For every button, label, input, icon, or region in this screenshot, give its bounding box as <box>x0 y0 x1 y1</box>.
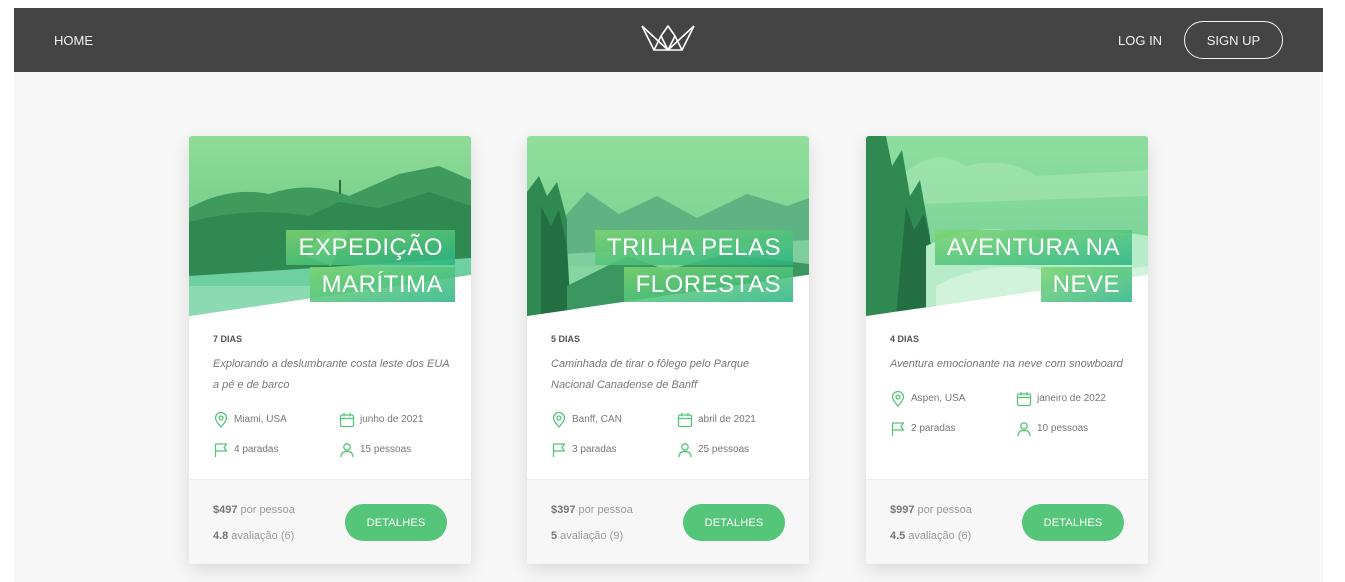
tour-people-text: 15 pessoas <box>360 444 412 455</box>
tour-stops-text: 4 paradas <box>234 444 279 455</box>
tour-details: 5 DIAS Caminhada de tirar o fôlego pelo … <box>551 334 791 459</box>
tour-people-text: 10 pessoas <box>1037 423 1089 434</box>
tour-title: TRILHA PELAS FLORESTAS <box>594 230 793 304</box>
tour-stops: 2 paradas <box>890 419 1016 438</box>
tour-details: 7 DIAS Explorando a deslumbrante costa l… <box>213 334 453 459</box>
tour-card: EXPEDIÇÃO MARÍTIMA 7 DIAS Explorando a d… <box>189 136 471 564</box>
login-link[interactable]: LOG IN <box>1118 33 1162 48</box>
tour-title-line: EXPEDIÇÃO <box>286 230 455 265</box>
price-unit: por pessoa <box>578 504 633 516</box>
tour-location-text: Miami, USA <box>234 414 287 425</box>
flag-icon <box>891 421 905 436</box>
tour-footer: $497 por pessoa 4.8 avaliação (6) DETALHES <box>189 479 471 564</box>
tour-duration: 4 DIAS <box>890 334 920 344</box>
tour-footer: $397 por pessoa 5 avaliação (9) DETALHES <box>527 479 809 564</box>
map-pin-icon <box>214 411 228 428</box>
tour-details: 4 DIAS Aventura emocionante na neve com … <box>890 334 1130 438</box>
calendar-icon <box>1016 391 1032 406</box>
tour-duration: 7 DIAS <box>213 334 243 344</box>
tour-date-text: abril de 2021 <box>698 414 756 425</box>
tour-location: Banff, CAN <box>551 410 677 429</box>
tour-location: Miami, USA <box>213 410 339 429</box>
flag-icon <box>214 442 228 457</box>
home-link[interactable]: HOME <box>54 33 93 48</box>
tour-description: Explorando a deslumbrante costa leste do… <box>213 358 450 391</box>
calendar-icon <box>677 412 693 427</box>
site-header: HOME LOG IN SIGN UP <box>14 8 1323 72</box>
tour-rating: 4.8 avaliação (6) <box>213 530 294 542</box>
user-icon <box>678 442 692 457</box>
map-pin-icon <box>552 411 566 428</box>
details-button[interactable]: DETALHES <box>345 504 447 541</box>
tour-rating: 5 avaliação (9) <box>551 530 623 542</box>
tour-card: TRILHA PELAS FLORESTAS 5 DIAS Caminhada … <box>527 136 809 564</box>
price-value: $397 <box>551 504 576 516</box>
details-button[interactable]: DETALHES <box>1022 504 1124 541</box>
tour-title: AVENTURA NA NEVE <box>934 230 1132 304</box>
rating-value: 4.8 <box>213 530 229 542</box>
tour-location: Aspen, USA <box>890 389 1016 408</box>
calendar-icon <box>339 412 355 427</box>
tour-location-text: Aspen, USA <box>911 393 966 404</box>
page-frame: HOME LOG IN SIGN UP EXPEDIÇÃO MARÍTIMA 7… <box>14 8 1323 582</box>
tour-date: abril de 2021 <box>677 410 797 429</box>
price-unit: por pessoa <box>240 504 295 516</box>
tour-description: Aventura emocionante na neve com snowboa… <box>890 358 1123 370</box>
tour-title-line: NEVE <box>1040 267 1132 302</box>
price-value: $997 <box>890 504 915 516</box>
tour-title-line: MARÍTIMA <box>309 267 455 302</box>
map-pin-icon <box>891 390 905 407</box>
price-unit: por pessoa <box>917 504 972 516</box>
tour-date-text: junho de 2021 <box>360 414 424 425</box>
rating-value: 5 <box>551 530 558 542</box>
flag-icon <box>552 442 566 457</box>
tour-title-line: AVENTURA NA <box>934 230 1132 265</box>
user-icon <box>340 442 354 457</box>
tour-price: $997 por pessoa <box>890 504 972 516</box>
signup-button[interactable]: SIGN UP <box>1184 21 1283 59</box>
tour-location-text: Banff, CAN <box>572 414 622 425</box>
rating-value: 4.5 <box>890 530 906 542</box>
tour-title-line: TRILHA PELAS <box>594 230 793 265</box>
tour-date: janeiro de 2022 <box>1016 389 1136 408</box>
tour-stops-text: 2 paradas <box>911 423 956 434</box>
tour-price: $397 por pessoa <box>551 504 633 516</box>
tour-people-text: 25 pessoas <box>698 444 750 455</box>
tour-people: 25 pessoas <box>677 440 797 459</box>
rating-text: avaliação (6) <box>908 530 972 542</box>
tour-footer: $997 por pessoa 4.5 avaliação (6) DETALHES <box>866 479 1148 564</box>
tour-title: EXPEDIÇÃO MARÍTIMA <box>286 230 455 304</box>
rating-text: avaliação (6) <box>231 530 295 542</box>
tour-description: Caminhada de tirar o fôlego pelo Parque … <box>551 358 750 391</box>
tour-title-line: FLORESTAS <box>623 267 793 302</box>
tour-stops-text: 3 paradas <box>572 444 617 455</box>
tour-people: 15 pessoas <box>339 440 459 459</box>
rating-text: avaliação (9) <box>560 530 624 542</box>
tour-people: 10 pessoas <box>1016 419 1136 438</box>
tour-price: $497 por pessoa <box>213 504 295 516</box>
price-value: $497 <box>213 504 238 516</box>
tour-stops: 3 paradas <box>551 440 677 459</box>
user-icon <box>1017 421 1031 436</box>
tour-duration: 5 DIAS <box>551 334 581 344</box>
tour-date: junho de 2021 <box>339 410 459 429</box>
details-button[interactable]: DETALHES <box>683 504 785 541</box>
tour-stops: 4 paradas <box>213 440 339 459</box>
tour-date-text: janeiro de 2022 <box>1037 393 1106 404</box>
crown-logo[interactable] <box>640 22 696 54</box>
tour-card: AVENTURA NA NEVE 4 DIAS Aventura emocion… <box>866 136 1148 564</box>
tour-rating: 4.5 avaliação (6) <box>890 530 971 542</box>
